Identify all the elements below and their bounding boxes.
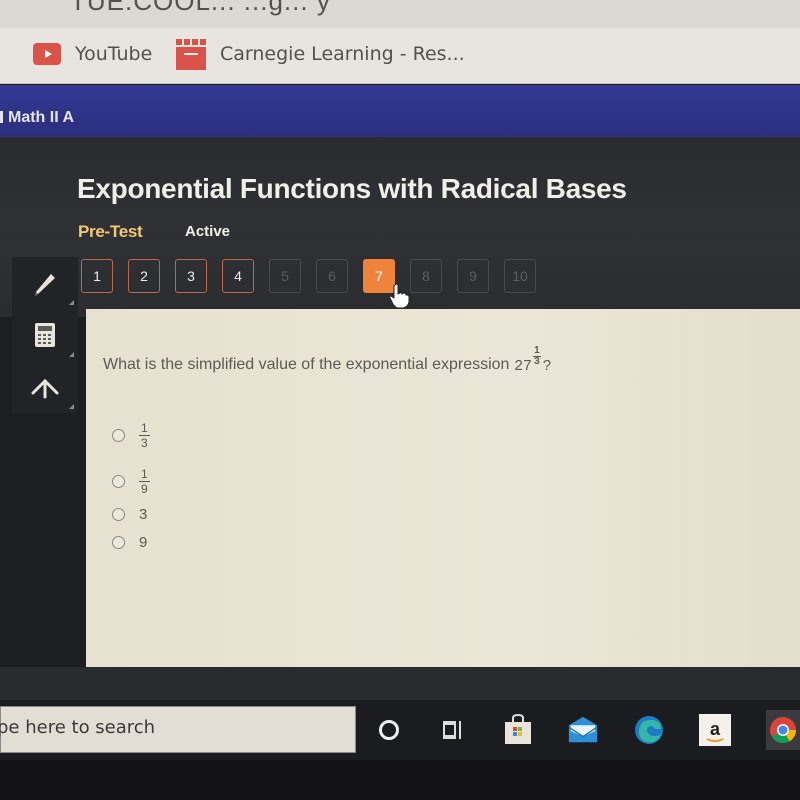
question-button-9[interactable]: 9 [457,259,489,293]
radio-button[interactable] [112,428,125,442]
answer-option-3[interactable]: 3 [112,503,150,525]
course-name-text: Math II A [8,109,75,126]
reference-tool[interactable] [12,361,78,413]
svg-text:a: a [710,719,721,739]
option-label: 3 [139,505,148,523]
course-name[interactable]: Math II A [0,109,74,127]
mail-icon [568,716,598,743]
cortana-icon [379,720,399,740]
tool-sidebar [12,257,78,413]
expression-base: 27 [514,357,533,374]
store-icon [505,714,531,744]
bookmark-label: YouTube [75,43,153,65]
youtube-icon [33,43,61,65]
amazon-icon: a [699,714,731,746]
expression-exponent: 1 3 [533,346,541,367]
calculator-icon [35,323,55,347]
fraction-denominator: 3 [141,435,148,450]
question-text: What is the simplified value of the expo… [103,346,552,375]
taskbar: pe here to search a [0,700,800,760]
amazon-button[interactable]: a [699,714,731,746]
bookmark-youtube[interactable]: YouTube [33,38,152,70]
answer-options: 1 3 1 9 3 9 [112,419,150,553]
option-fraction: 1 3 [139,422,150,449]
assessment-type: Pre-Test [78,222,143,241]
option-fraction: 1 9 [139,468,150,495]
bookmark-carnegie-learning[interactable]: Carnegie Learning - Res... [176,38,465,70]
answer-option-2[interactable]: 1 9 [112,465,150,497]
radio-button[interactable] [112,474,125,488]
task-view-button[interactable] [437,714,469,746]
question-button-10[interactable]: 10 [504,259,536,293]
screen: TUE.COOL... ...g... y YouTube Carnegie L… [0,0,800,800]
exponential-expression: 27 1 3 ? [514,346,552,375]
store-button[interactable] [502,714,534,746]
question-mark: ? [542,357,552,374]
page-title: Exponential Functions with Radical Bases [77,173,627,204]
clapperboard-icon [176,38,206,70]
radio-button[interactable] [112,507,125,521]
url-text: TUE.COOL... ...g... y [70,0,331,16]
edge-icon [635,716,663,744]
fraction-numerator: 1 [139,466,150,482]
question-panel: What is the simplified value of the expo… [86,309,800,667]
exponent-denominator: 3 [534,356,540,367]
cortana-button[interactable] [373,714,405,746]
pencil-tool[interactable] [12,257,78,309]
radio-button[interactable] [112,535,125,549]
taskbar-search-input[interactable]: pe here to search [0,706,356,753]
hand-pointer-cursor [389,283,410,309]
question-button-6[interactable]: 6 [316,259,348,293]
bookmarks-bar: YouTube Carnegie Learning - Res... [0,28,800,84]
pencil-icon [35,274,55,296]
question-button-4[interactable]: 4 [222,259,254,293]
edge-button[interactable] [633,714,665,746]
question-button-8[interactable]: 8 [410,259,442,293]
question-button-2[interactable]: 2 [128,259,160,293]
question-button-3[interactable]: 3 [175,259,207,293]
fraction-numerator: 1 [139,420,150,436]
status-badge: Active [185,223,231,240]
bookmark-label: Carnegie Learning - Res... [220,43,465,65]
chrome-icon [770,717,797,744]
mail-button[interactable] [567,714,599,746]
question-prompt: What is the simplified value of the expo… [103,356,510,373]
search-placeholder: pe here to search [0,717,156,738]
question-button-5[interactable]: 5 [269,259,301,293]
answer-option-4[interactable]: 9 [112,531,150,553]
option-label: 9 [139,533,148,551]
address-bar[interactable]: TUE.COOL... ...g... y [0,0,800,28]
answer-option-1[interactable]: 1 3 [112,419,150,451]
arrow-up-icon [31,378,59,399]
course-header: Math II A [0,85,800,137]
fraction-denominator: 9 [141,481,148,496]
chrome-button[interactable] [766,710,800,750]
desk-surface [0,760,800,800]
task-view-icon [443,721,461,739]
calculator-tool[interactable] [12,309,78,361]
question-button-1[interactable]: 1 [81,259,113,293]
question-navigator: 1 2 3 4 5 6 7 8 9 10 [81,259,536,293]
